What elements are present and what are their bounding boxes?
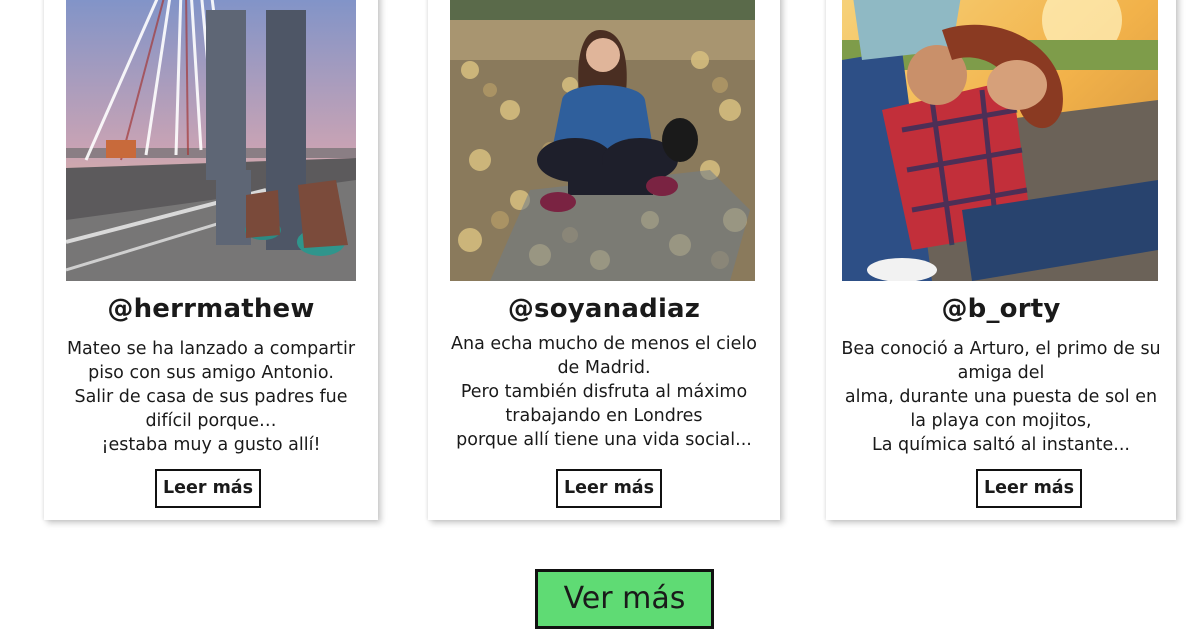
read-more-button[interactable]: Leer más [556, 469, 662, 508]
photo-walking-on-bridge [66, 0, 356, 281]
bio-line: Pero también disfruta al máximo [460, 382, 748, 402]
read-more-button[interactable]: Leer más [155, 469, 261, 508]
bio-line: de Madrid. [557, 358, 651, 378]
profile-handle: @b_orty [941, 294, 1061, 324]
profile-photo[interactable] [66, 0, 356, 281]
profile-bio: Mateo se ha lanzado a compartir piso con… [44, 337, 378, 457]
bio-line: Mateo se ha lanzado a compartir [66, 339, 356, 359]
bio-line: difícil porque… [145, 411, 277, 431]
profile-card-soyanadiaz: @soyanadiaz Ana echa mucho de menos el c… [428, 0, 780, 520]
profile-handle: @herrmathew [107, 294, 315, 324]
profile-handle: @soyanadiaz [507, 294, 701, 324]
bio-line: piso con sus amigo Antonio. [88, 363, 334, 383]
bio-line: amiga del [957, 363, 1045, 383]
profile-photo[interactable] [450, 0, 755, 281]
profile-bio: Bea conoció a Arturo, el primo de su ami… [826, 337, 1176, 457]
profile-card-b-orty: @b_orty Bea conoció a Arturo, el primo d… [826, 0, 1176, 520]
bio-line: trabajando en Londres [505, 406, 703, 426]
bio-line: ¡estaba muy a gusto allí! [101, 435, 321, 455]
profile-bio: Ana echa mucho de menos el cielo de Madr… [428, 332, 780, 452]
bio-line: Bea conoció a Arturo, el primo de su [841, 339, 1161, 359]
profile-card-herrmathew: @herrmathew Mateo se ha lanzado a compar… [44, 0, 378, 520]
see-more-button[interactable]: Ver más [535, 569, 714, 629]
bio-line: la playa con mojitos, [910, 411, 1092, 431]
photo-woman-autumn-leaves [450, 0, 755, 281]
profile-photo[interactable] [842, 0, 1158, 281]
bio-line: Salir de casa de sus padres fue [74, 387, 348, 407]
bio-line: alma, durante una puesta de sol en [844, 387, 1158, 407]
read-more-button[interactable]: Leer más [976, 469, 1082, 508]
bio-line: La química saltó al instante... [872, 435, 1130, 455]
photo-couple-kissing-sunset [842, 0, 1158, 281]
bio-line: porque allí tiene una vida social... [456, 430, 752, 450]
bio-line: Ana echa mucho de menos el cielo [451, 334, 757, 354]
